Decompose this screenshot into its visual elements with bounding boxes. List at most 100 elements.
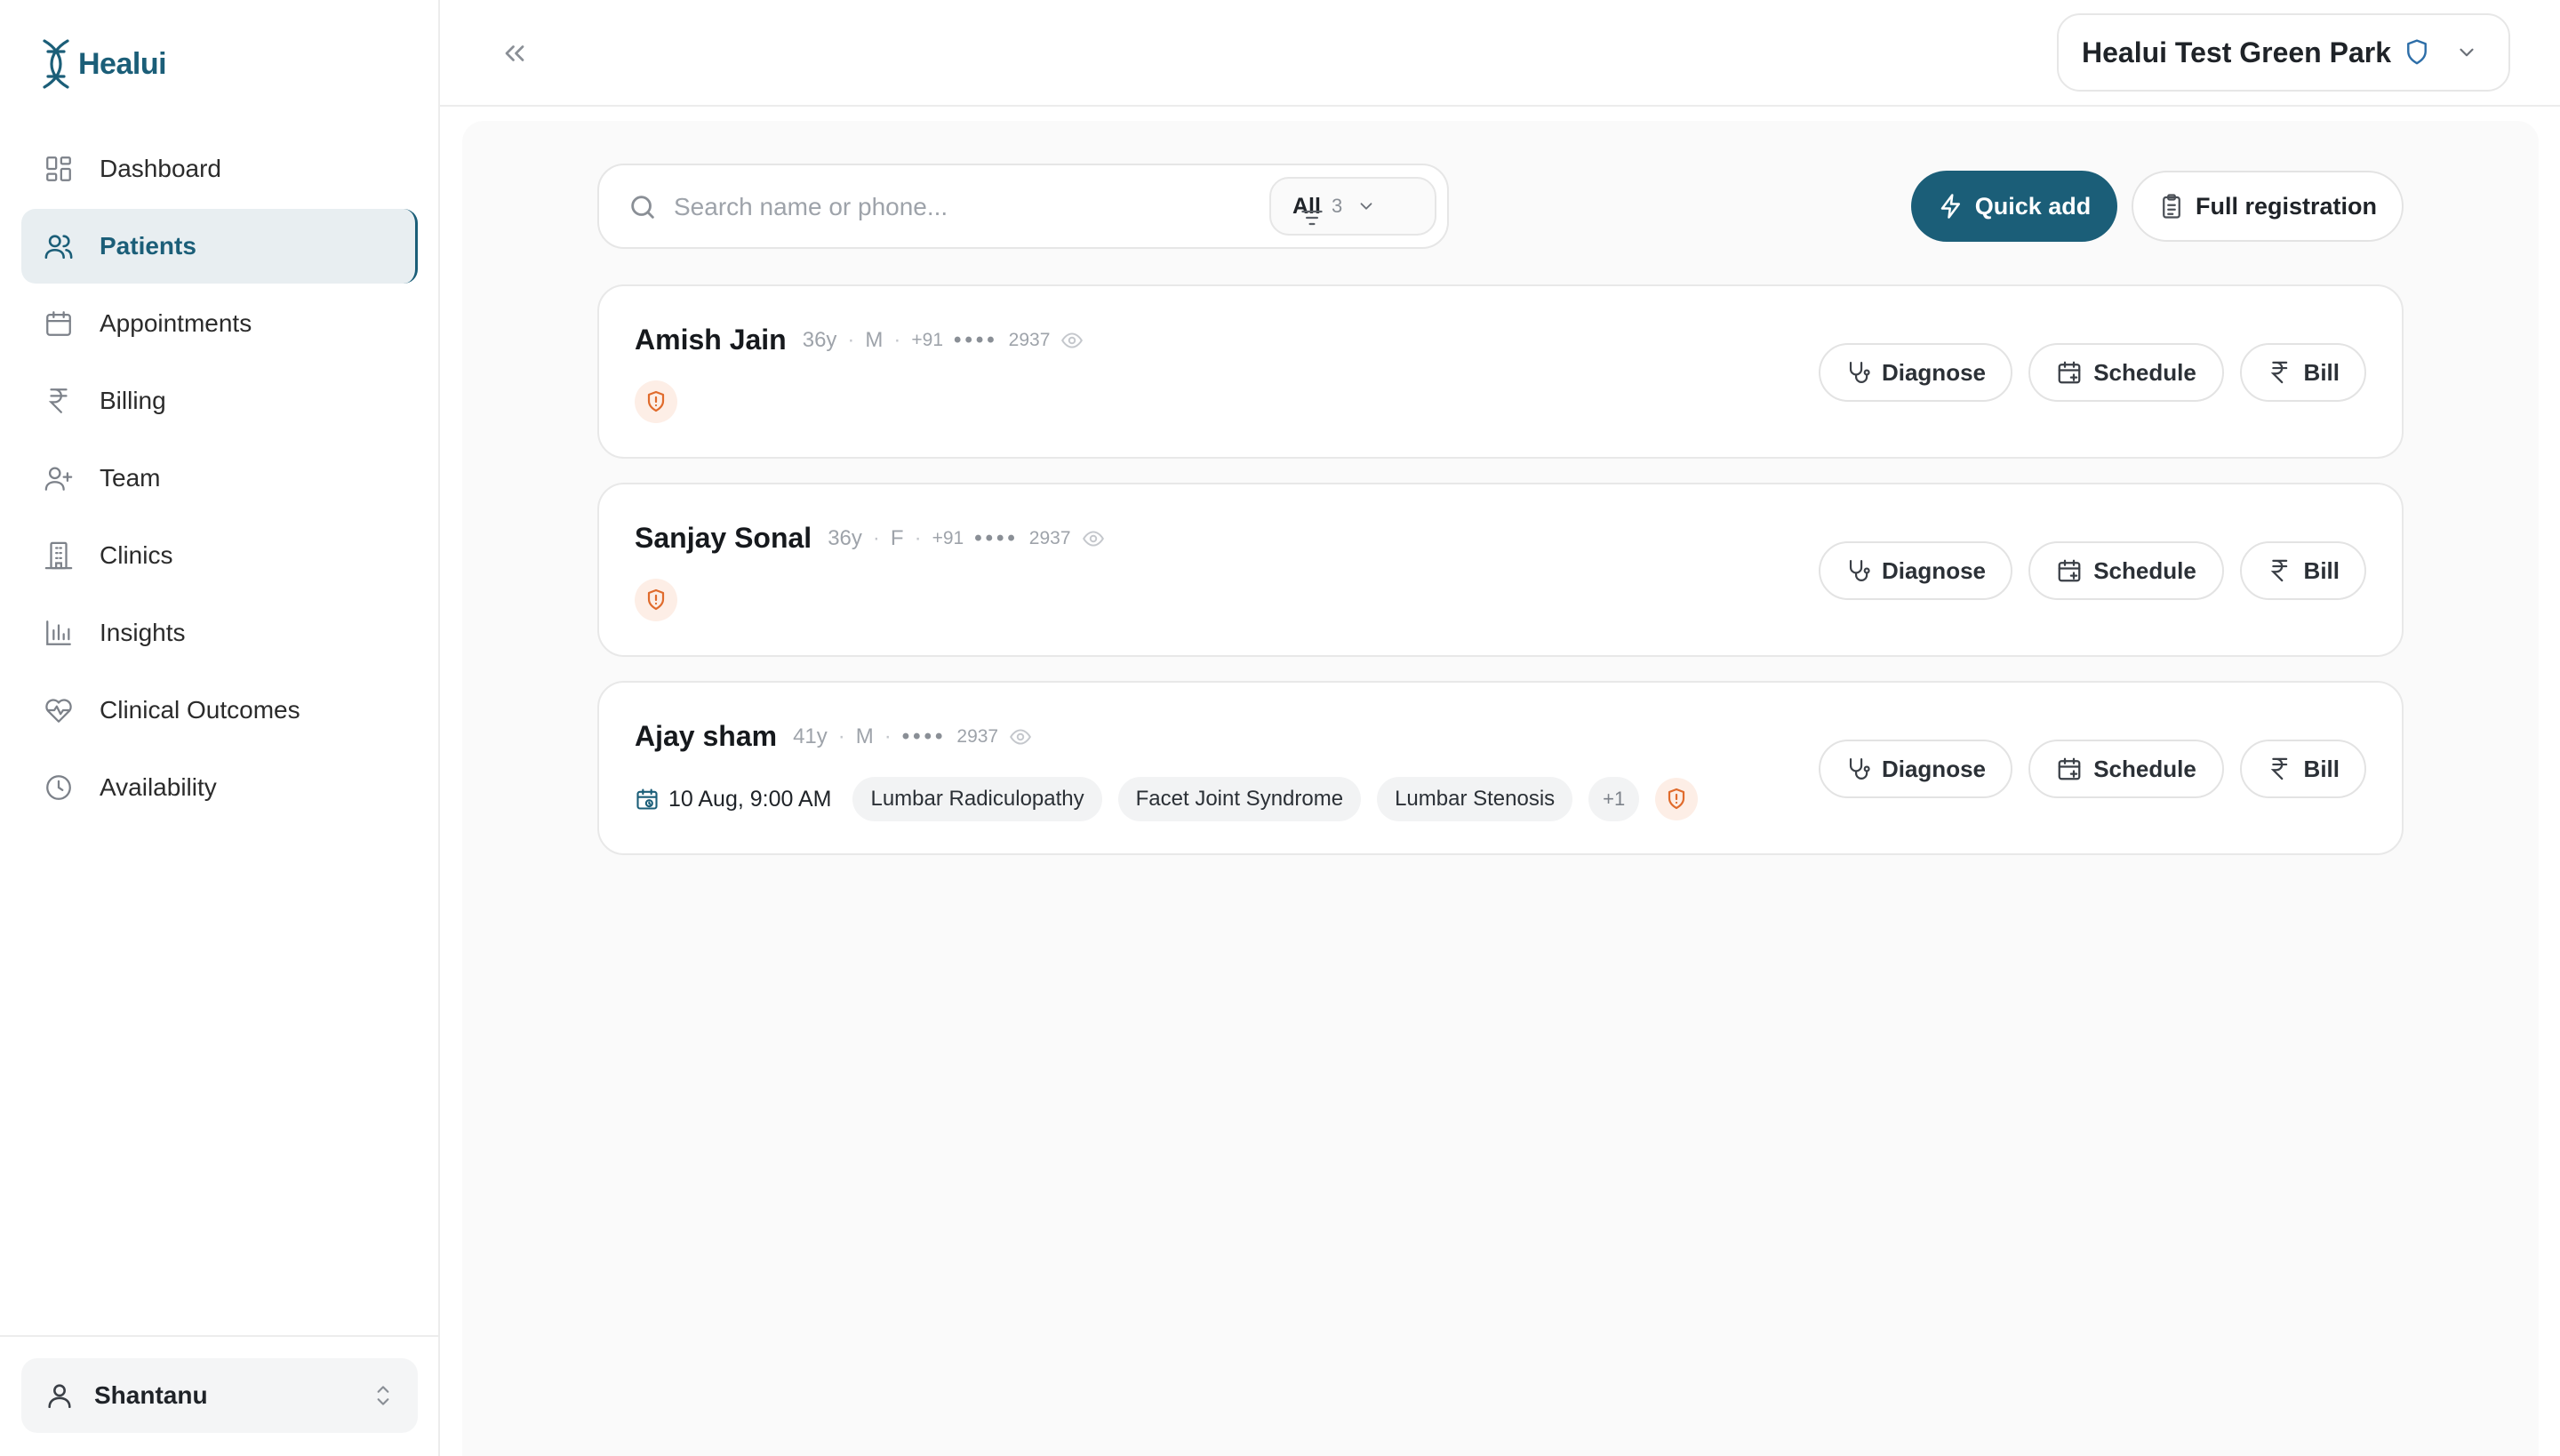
filter-dropdown[interactable]: All 3 [1269, 177, 1436, 236]
rupee-icon [2270, 559, 2288, 582]
quick-add-button[interactable]: Quick add [1911, 171, 2117, 242]
meta-separator: · [914, 525, 922, 550]
patient-actions: Diagnose Schedule Bill [1819, 740, 2366, 798]
bill-label: Bill [2303, 358, 2340, 386]
diagnose-button[interactable]: Diagnose [1819, 541, 2012, 600]
patient-age: 36y [802, 327, 837, 352]
patient-age: 41y [793, 724, 828, 748]
user-icon [48, 1384, 71, 1409]
sidebar-item-label: Patients [100, 232, 196, 260]
alert-shield-icon[interactable] [635, 380, 677, 423]
eye-icon[interactable] [1060, 329, 1084, 352]
patient-name[interactable]: Amish Jain [635, 324, 787, 356]
eye-icon[interactable] [1082, 527, 1105, 550]
eye-icon[interactable] [1009, 725, 1032, 748]
top-bar: Healui Test Green Park [440, 0, 2560, 107]
full-registration-label: Full registration [2195, 192, 2378, 220]
grid-icon [41, 151, 76, 187]
schedule-button[interactable]: Schedule [2028, 740, 2224, 798]
rupee-icon [41, 383, 76, 419]
stethoscope-icon [1849, 560, 1870, 581]
schedule-button[interactable]: Schedule [2028, 541, 2224, 600]
stethoscope-icon [1849, 362, 1870, 383]
bill-label: Bill [2303, 755, 2340, 782]
main-content: All 3 Quick add Full registration Amish … [462, 121, 2539, 1456]
sidebar-item-label: Dashboard [100, 155, 221, 182]
sidebar-item-insights[interactable]: Insights [21, 596, 418, 670]
meta-separator: · [872, 525, 880, 550]
diagnosis-tag: Lumbar Radiculopathy [852, 777, 1102, 821]
bill-button[interactable]: Bill [2240, 343, 2366, 402]
sidebar-item-availability[interactable]: Availability [21, 750, 418, 825]
patient-meta: 36y · F · +91 •••• 2937 [828, 526, 1104, 551]
sidebar-item-dashboard[interactable]: Dashboard [21, 132, 418, 206]
patient-card[interactable]: Amish Jain 36y · M · +91 •••• 2937 Diagn… [597, 284, 2404, 459]
quick-add-label: Quick add [1974, 192, 2092, 220]
search-input[interactable] [674, 185, 1207, 229]
bill-button[interactable]: Bill [2240, 740, 2366, 798]
calendar-plus-icon [2058, 757, 2081, 780]
phone-last-digits: 2937 [956, 725, 999, 747]
filter-icon [1301, 210, 1323, 226]
clock-icon [41, 770, 76, 805]
patient-country-code: +91 [932, 527, 964, 548]
calendar-clock-icon [636, 788, 658, 810]
sidebar-item-label: Appointments [100, 309, 252, 337]
diagnosis-tag: Facet Joint Syndrome [1117, 777, 1362, 821]
sidebar: Healui Dashboard Patients Appointments B… [0, 0, 440, 1456]
diagnose-button[interactable]: Diagnose [1819, 343, 2012, 402]
calendar-plus-icon [2058, 361, 2081, 384]
phone-last-digits: 2937 [1008, 329, 1051, 350]
clinic-switcher[interactable]: Healui Test Green Park [2057, 13, 2510, 92]
filter-count: 3 [1331, 195, 1343, 217]
next-appointment[interactable]: 10 Aug, 9:00 AM [635, 787, 831, 812]
schedule-button[interactable]: Schedule [2028, 343, 2224, 402]
sidebar-nav: Dashboard Patients Appointments Billing … [21, 132, 418, 828]
users-icon [41, 228, 76, 264]
sidebar-item-patients[interactable]: Patients [21, 209, 418, 284]
diagnose-button[interactable]: Diagnose [1819, 740, 2012, 798]
clipboard-icon [2163, 194, 2180, 219]
diagnosis-tag: Lumbar Stenosis [1377, 777, 1573, 821]
patient-name[interactable]: Ajay sham [635, 720, 777, 753]
phone-last-digits: 2937 [1028, 527, 1071, 548]
bill-button[interactable]: Bill [2240, 541, 2366, 600]
patient-card[interactable]: Sanjay Sonal 36y · F · +91 •••• 2937 Dia… [597, 483, 2404, 657]
sidebar-item-appointments[interactable]: Appointments [21, 286, 418, 361]
patient-meta: 36y · M · +91 •••• 2937 [803, 328, 1084, 353]
search-icon [631, 196, 654, 219]
healui-logo-icon [43, 39, 69, 89]
diagnose-label: Diagnose [1881, 358, 1986, 386]
stethoscope-icon [1849, 758, 1870, 780]
diagnose-label: Diagnose [1881, 556, 1986, 584]
more-tags-badge[interactable]: +1 [1588, 777, 1640, 821]
sidebar-item-clinical-outcomes[interactable]: Clinical Outcomes [21, 673, 418, 748]
full-registration-button[interactable]: Full registration [2132, 171, 2404, 242]
patient-sex: M [865, 327, 884, 352]
user-menu-button[interactable]: Shantanu [21, 1358, 418, 1433]
search-bar: All 3 [597, 164, 1449, 249]
sidebar-item-label: Clinics [100, 541, 173, 569]
bar-chart-icon [41, 615, 76, 651]
meta-separator: · [893, 327, 901, 352]
meta-separator: · [884, 724, 892, 748]
sidebar-item-clinics[interactable]: Clinics [21, 518, 418, 593]
alert-shield-icon[interactable] [1655, 778, 1699, 820]
brand-logo[interactable]: Healui [39, 36, 167, 92]
patient-card[interactable]: Ajay sham 41y · M · •••• 2937 10 Aug, 9:… [597, 681, 2404, 855]
sidebar-item-billing[interactable]: Billing [21, 364, 418, 438]
sidebar-item-label: Billing [100, 387, 166, 414]
user-plus-icon [41, 460, 76, 496]
schedule-label: Schedule [2093, 556, 2196, 584]
sidebar-item-team[interactable]: Team [21, 441, 418, 516]
patient-actions: Diagnose Schedule Bill [1819, 541, 2366, 600]
patient-meta: 41y · M · •••• 2937 [793, 724, 1032, 749]
appointment-time: 10 Aug, 9:00 AM [668, 786, 832, 812]
sidebar-item-label: Clinical Outcomes [100, 696, 300, 724]
patient-name[interactable]: Sanjay Sonal [635, 522, 812, 555]
collapse-sidebar-icon[interactable] [499, 37, 531, 69]
alert-shield-icon[interactable] [635, 579, 677, 621]
chevron-up-down-icon [377, 1386, 389, 1405]
patient-actions: Diagnose Schedule Bill [1819, 343, 2366, 402]
brand-name: Healui [78, 46, 167, 81]
